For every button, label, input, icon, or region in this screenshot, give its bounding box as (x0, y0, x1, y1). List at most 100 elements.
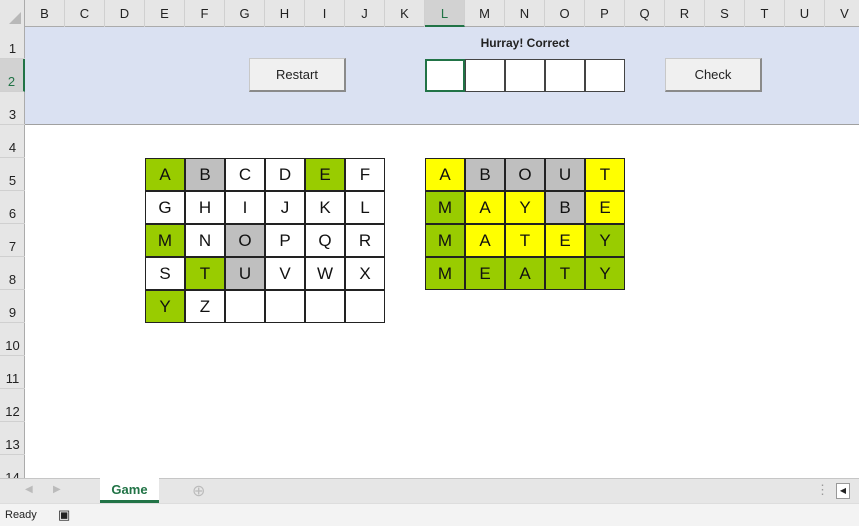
column-header-N[interactable]: N (505, 0, 545, 27)
column-header-M[interactable]: M (465, 0, 505, 27)
row-header-6[interactable]: 6 (0, 191, 25, 224)
keyboard-key: E (305, 158, 345, 191)
keyboard-key: V (265, 257, 305, 290)
column-header-S[interactable]: S (705, 0, 745, 27)
guess-letter: A (505, 257, 545, 290)
row-header-2[interactable]: 2 (0, 59, 25, 92)
column-header-P[interactable]: P (585, 0, 625, 27)
keyboard-key: I (225, 191, 265, 224)
guess-letter: T (545, 257, 585, 290)
keyboard-key: L (345, 191, 385, 224)
row-header-3[interactable]: 3 (0, 92, 25, 125)
row-header-9[interactable]: 9 (0, 290, 25, 323)
keyboard-key: N (185, 224, 225, 257)
keyboard-key: K (305, 191, 345, 224)
guess-letter: T (585, 158, 625, 191)
column-header-F[interactable]: F (185, 0, 225, 27)
hscroll-left-button[interactable]: ◀ (836, 483, 850, 499)
guess-letter: Y (505, 191, 545, 224)
row-header-12[interactable]: 12 (0, 389, 25, 422)
status-bar: Ready ▣ (0, 503, 859, 526)
result-message: Hurray! Correct (480, 36, 570, 50)
column-header-H[interactable]: H (265, 0, 305, 27)
letter-input-4[interactable] (545, 59, 585, 92)
guess-letter: A (465, 191, 505, 224)
select-all-button[interactable] (0, 0, 25, 27)
keyboard-key: P (265, 224, 305, 257)
keyboard-key (305, 290, 345, 323)
column-header-J[interactable]: J (345, 0, 385, 27)
guess-letter: U (545, 158, 585, 191)
keyboard-key: T (185, 257, 225, 290)
guess-letter: Y (585, 224, 625, 257)
row-header-4[interactable]: 4 (0, 125, 25, 158)
letter-input-5[interactable] (585, 59, 625, 92)
restart-button[interactable]: Restart (249, 58, 346, 92)
row-header-11[interactable]: 11 (0, 356, 25, 389)
row-header-7[interactable]: 7 (0, 224, 25, 257)
column-header-R[interactable]: R (665, 0, 705, 27)
column-header-G[interactable]: G (225, 0, 265, 27)
keyboard-key (345, 290, 385, 323)
letter-input-3[interactable] (505, 59, 545, 92)
keyboard-key: A (145, 158, 185, 191)
guess-letter: E (585, 191, 625, 224)
status-text: Ready (5, 509, 37, 521)
column-header-K[interactable]: K (385, 0, 425, 27)
keyboard-key: G (145, 191, 185, 224)
column-header-O[interactable]: O (545, 0, 585, 27)
scroll-right-icon[interactable]: ▶ (53, 484, 61, 495)
add-sheet-icon[interactable]: ⊕ (192, 481, 205, 501)
keyboard-key: X (345, 257, 385, 290)
letter-input-2[interactable] (465, 59, 505, 92)
column-header-C[interactable]: C (65, 0, 105, 27)
column-header-B[interactable]: B (25, 0, 65, 27)
guess-letter: E (465, 257, 505, 290)
keyboard-key: F (345, 158, 385, 191)
tab-game[interactable]: Game (100, 478, 159, 503)
macro-record-icon[interactable]: ▣ (58, 504, 70, 526)
letter-input-1[interactable] (425, 59, 465, 92)
column-header-U[interactable]: U (785, 0, 825, 27)
guess-letter: Y (585, 257, 625, 290)
keyboard-key: B (185, 158, 225, 191)
keyboard-key: S (145, 257, 185, 290)
keyboard-key (265, 290, 305, 323)
keyboard-key: M (145, 224, 185, 257)
guess-letter: M (425, 257, 465, 290)
column-header-V[interactable]: V (825, 0, 859, 27)
row-header-8[interactable]: 8 (0, 257, 25, 290)
row-header-1[interactable]: 1 (0, 27, 25, 59)
guess-letter: M (425, 224, 465, 257)
keyboard-key: U (225, 257, 265, 290)
column-header-T[interactable]: T (745, 0, 785, 27)
keyboard-key: Q (305, 224, 345, 257)
row-headers: 1234567891011121314 (0, 27, 25, 488)
guess-letter: A (425, 158, 465, 191)
column-header-Q[interactable]: Q (625, 0, 665, 27)
column-header-I[interactable]: I (305, 0, 345, 27)
keyboard-key: Z (185, 290, 225, 323)
guess-letter: E (545, 224, 585, 257)
keyboard-key: O (225, 224, 265, 257)
keyboard-key: D (265, 158, 305, 191)
column-headers: BCDEFGHIJKLMNOPQRSTUV (0, 0, 859, 27)
guess-letter: O (505, 158, 545, 191)
column-header-E[interactable]: E (145, 0, 185, 27)
keyboard-key: J (265, 191, 305, 224)
check-button[interactable]: Check (665, 58, 762, 92)
keyboard-key (225, 290, 265, 323)
row-header-10[interactable]: 10 (0, 323, 25, 356)
row-header-13[interactable]: 13 (0, 422, 25, 455)
keyboard-key: H (185, 191, 225, 224)
column-header-D[interactable]: D (105, 0, 145, 27)
guess-letter: T (505, 224, 545, 257)
more-options-icon[interactable]: ⋮ (816, 482, 829, 498)
row-header-5[interactable]: 5 (0, 158, 25, 191)
keyboard-key: C (225, 158, 265, 191)
guess-letter: M (425, 191, 465, 224)
guess-letter: A (465, 224, 505, 257)
column-header-L[interactable]: L (425, 0, 465, 27)
scroll-left-icon[interactable]: ◀ (25, 484, 33, 495)
guess-letter: B (545, 191, 585, 224)
